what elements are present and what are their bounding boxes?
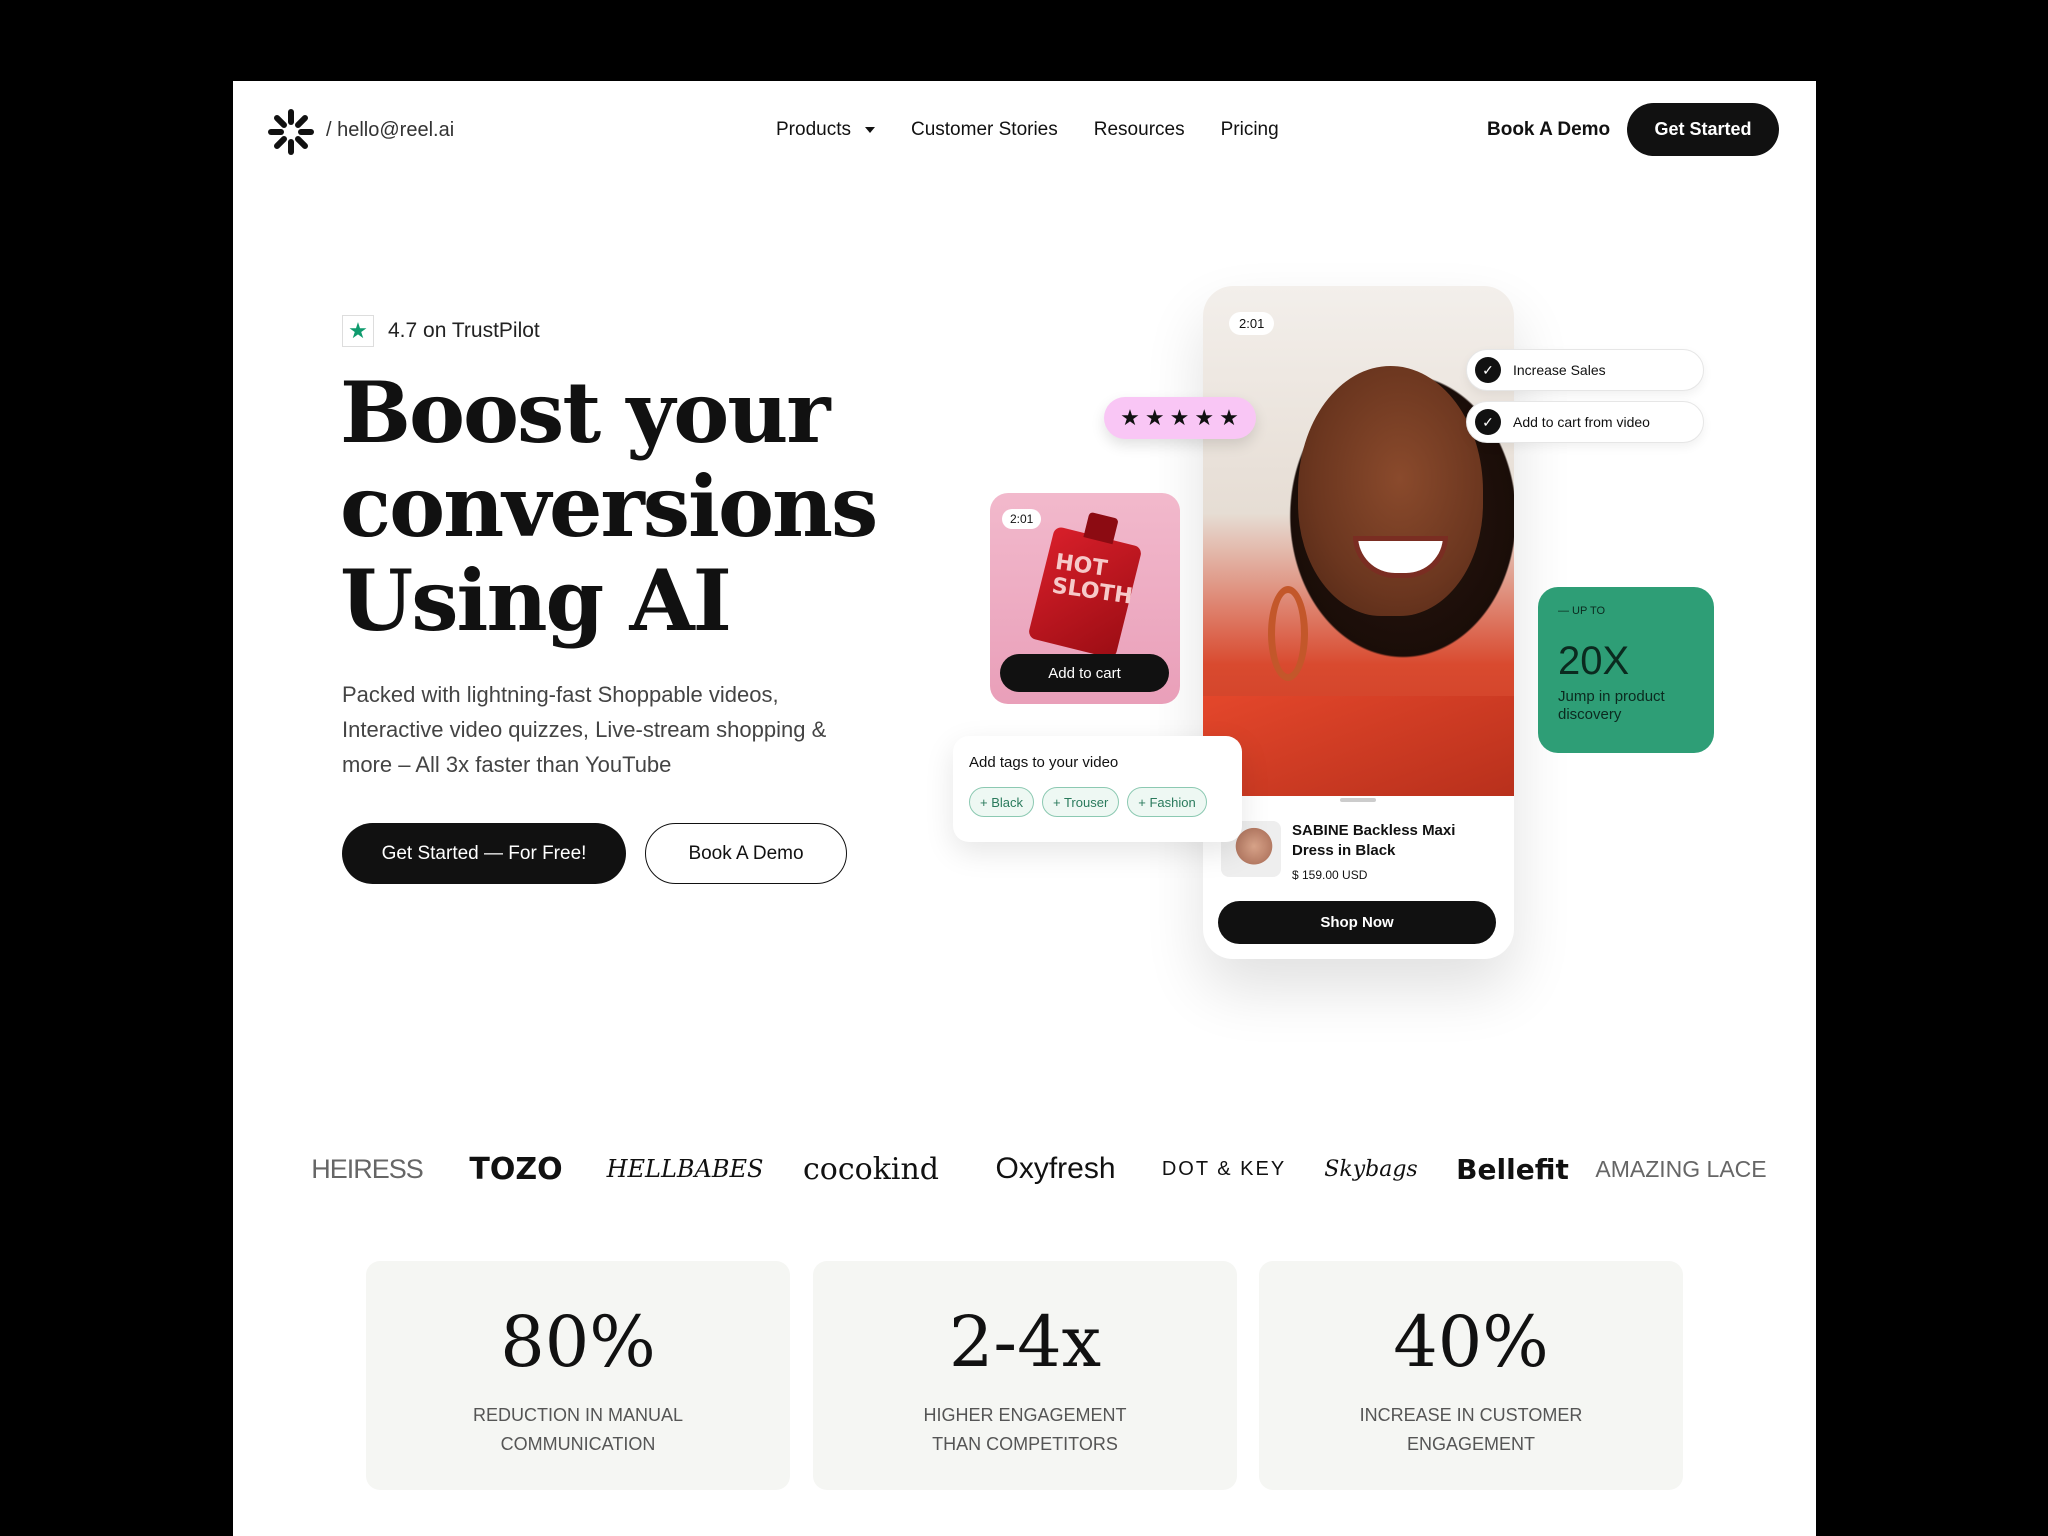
stat-card: 40% INCREASE IN CUSTOMER ENGAGEMENT: [1259, 1261, 1683, 1490]
bottle-cap: [1083, 511, 1119, 545]
feature-check-increase-sales: ✓ Increase Sales: [1466, 349, 1704, 391]
brand-logo-bellefit: Bellefit: [1456, 1152, 1569, 1186]
tags-title: Add tags to your video: [969, 754, 1119, 771]
feature-check-label: Increase Sales: [1513, 362, 1606, 378]
hero-subtitle: Packed with lightning-fast Shoppable vid…: [342, 677, 902, 782]
tag-trouser[interactable]: + Trouser: [1042, 787, 1120, 817]
phone-mockup: 2:01 SABINE Backless Maxi Dress in Black…: [1203, 286, 1514, 959]
stat-label: REDUCTION IN MANUAL COMMUNICATION: [366, 1401, 790, 1459]
red-shirt-image: [1203, 696, 1514, 796]
hero-title-line: conversions: [340, 457, 878, 556]
header-book-demo-link[interactable]: Book A Demo: [1487, 119, 1610, 141]
stat-label-line: REDUCTION IN MANUAL: [472, 1405, 683, 1425]
stat-label-line: ENGAGEMENT: [1406, 1434, 1535, 1454]
checkmark-icon: ✓: [1475, 409, 1501, 435]
add-to-cart-button[interactable]: Add to cart: [1000, 654, 1169, 692]
trustpilot-rating: ★ 4.7 on TrustPilot: [342, 315, 540, 347]
rating-value: 4.7: [388, 319, 418, 342]
hero-title-line: Boost your: [340, 363, 831, 462]
hero-title: Boost your conversions Using AI: [340, 366, 1040, 648]
stat-label-line: HIGHER ENGAGEMENT: [923, 1405, 1127, 1425]
nav-resources[interactable]: Resources: [1094, 119, 1185, 141]
star-icon: ★: [1219, 405, 1240, 430]
checkmark-icon: ✓: [1475, 357, 1501, 383]
brand-logo-strip: HEIRESS TOZO HELLBABES cocokind Oxyfresh…: [233, 1129, 1816, 1209]
hero-title-line: Using AI: [340, 551, 732, 650]
video-tags-card: Add tags to your video + Black + Trouser…: [953, 736, 1242, 842]
stat-card-description: Jump in product discovery: [1558, 688, 1665, 723]
hero-get-started-button[interactable]: Get Started — For Free!: [342, 823, 626, 884]
brand-logo-hellbabes: HELLBABES: [606, 1155, 764, 1183]
feature-check-add-to-cart: ✓ Add to cart from video: [1466, 401, 1704, 443]
product-video-card[interactable]: 2:01 HOT SLOTH Add to cart: [990, 493, 1180, 704]
landing-page: / hello@reel.ai Products Customer Storie…: [233, 81, 1816, 1536]
nav-products[interactable]: Products: [776, 119, 875, 141]
stat-label-line: COMMUNICATION: [500, 1434, 656, 1454]
hot-sauce-bottle-image: HOT SLOTH: [1027, 511, 1143, 660]
nav-products-label: Products: [776, 119, 851, 140]
brand-logo-oxyfresh: Oxyfresh: [995, 1152, 1116, 1185]
feature-check-label: Add to cart from video: [1513, 414, 1650, 430]
hero-subtitle-line: Packed with lightning-fast Shoppable vid…: [342, 682, 779, 707]
tag-black[interactable]: + Black: [969, 787, 1034, 817]
bottle-label: HOT SLOTH: [1050, 549, 1135, 610]
hero-subtitle-line: more – All 3x faster than YouTube: [342, 752, 672, 777]
brand-logo-amazing-lace: AMAZING LACE: [1595, 1155, 1767, 1182]
stat-value: 80%: [500, 1301, 656, 1383]
stat-card-value: 20X: [1558, 639, 1630, 683]
stat-card-label: — UP TO: [1558, 605, 1606, 617]
hero-book-demo-button[interactable]: Book A Demo: [645, 823, 847, 884]
brand-logo-skybags: Skybags: [1324, 1156, 1418, 1182]
stat-card: 80% REDUCTION IN MANUAL COMMUNICATION: [366, 1261, 790, 1490]
brand-logo-dot-and-key: DOT & KEY: [1161, 1157, 1287, 1180]
nav-customer-stories[interactable]: Customer Stories: [911, 119, 1058, 141]
product-name: SABINE Backless Maxi Dress in Black: [1292, 822, 1456, 859]
stat-value: 2-4x: [948, 1301, 1102, 1383]
drag-handle[interactable]: [1340, 798, 1376, 802]
stat-label-line: THAN COMPETITORS: [932, 1434, 1118, 1454]
star-icon: ★: [1169, 405, 1191, 430]
stat-label: INCREASE IN CUSTOMER ENGAGEMENT: [1259, 1401, 1683, 1459]
stat-label: HIGHER ENGAGEMENT THAN COMPETITORS: [813, 1401, 1237, 1459]
product-price: $ 159.00 USD: [1292, 868, 1368, 882]
brand-logo-cocokind: cocokind: [802, 1151, 940, 1187]
reel-logo-icon[interactable]: [267, 108, 315, 156]
nav-pricing[interactable]: Pricing: [1221, 119, 1279, 141]
discovery-stat-card: — UP TO 20X Jump in product discovery: [1538, 587, 1714, 753]
brand-logo-tozo: TOZO: [469, 1151, 563, 1187]
star-icon: ★: [1144, 405, 1166, 430]
chevron-down-icon: [864, 127, 875, 133]
stat-value: 40%: [1393, 1301, 1549, 1383]
video-time-badge: 2:01: [1229, 312, 1275, 335]
stat-card: 2-4x HIGHER ENGAGEMENT THAN COMPETITORS: [813, 1261, 1237, 1490]
five-star-rating: ★ ★ ★ ★ ★: [1104, 397, 1256, 439]
star-icon: ★: [1194, 405, 1216, 430]
main-nav: Products Customer Stories Resources Pric…: [776, 119, 1279, 141]
rating-text: 4.7 on TrustPilot: [388, 319, 540, 343]
video-time-badge: 2:01: [1002, 509, 1042, 529]
header-get-started-button[interactable]: Get Started: [1627, 103, 1779, 156]
shop-now-button[interactable]: Shop Now: [1218, 901, 1496, 944]
hero-subtitle-line: Interactive video quizzes, Live-stream s…: [342, 717, 827, 742]
earring-image: [1268, 586, 1308, 681]
woman-face-image: [1298, 366, 1483, 616]
star-icon: ★: [1120, 405, 1141, 430]
rating-label: on TrustPilot: [423, 319, 540, 342]
brand-logo-heiress: HEIRESS: [311, 1153, 424, 1184]
stat-label-line: INCREASE IN CUSTOMER: [1359, 1405, 1583, 1425]
trustpilot-star-icon: ★: [342, 315, 374, 347]
contact-email[interactable]: / hello@reel.ai: [326, 119, 454, 142]
tag-list: + Black + Trouser + Fashion: [969, 787, 1226, 817]
tag-fashion[interactable]: + Fashion: [1127, 787, 1207, 817]
